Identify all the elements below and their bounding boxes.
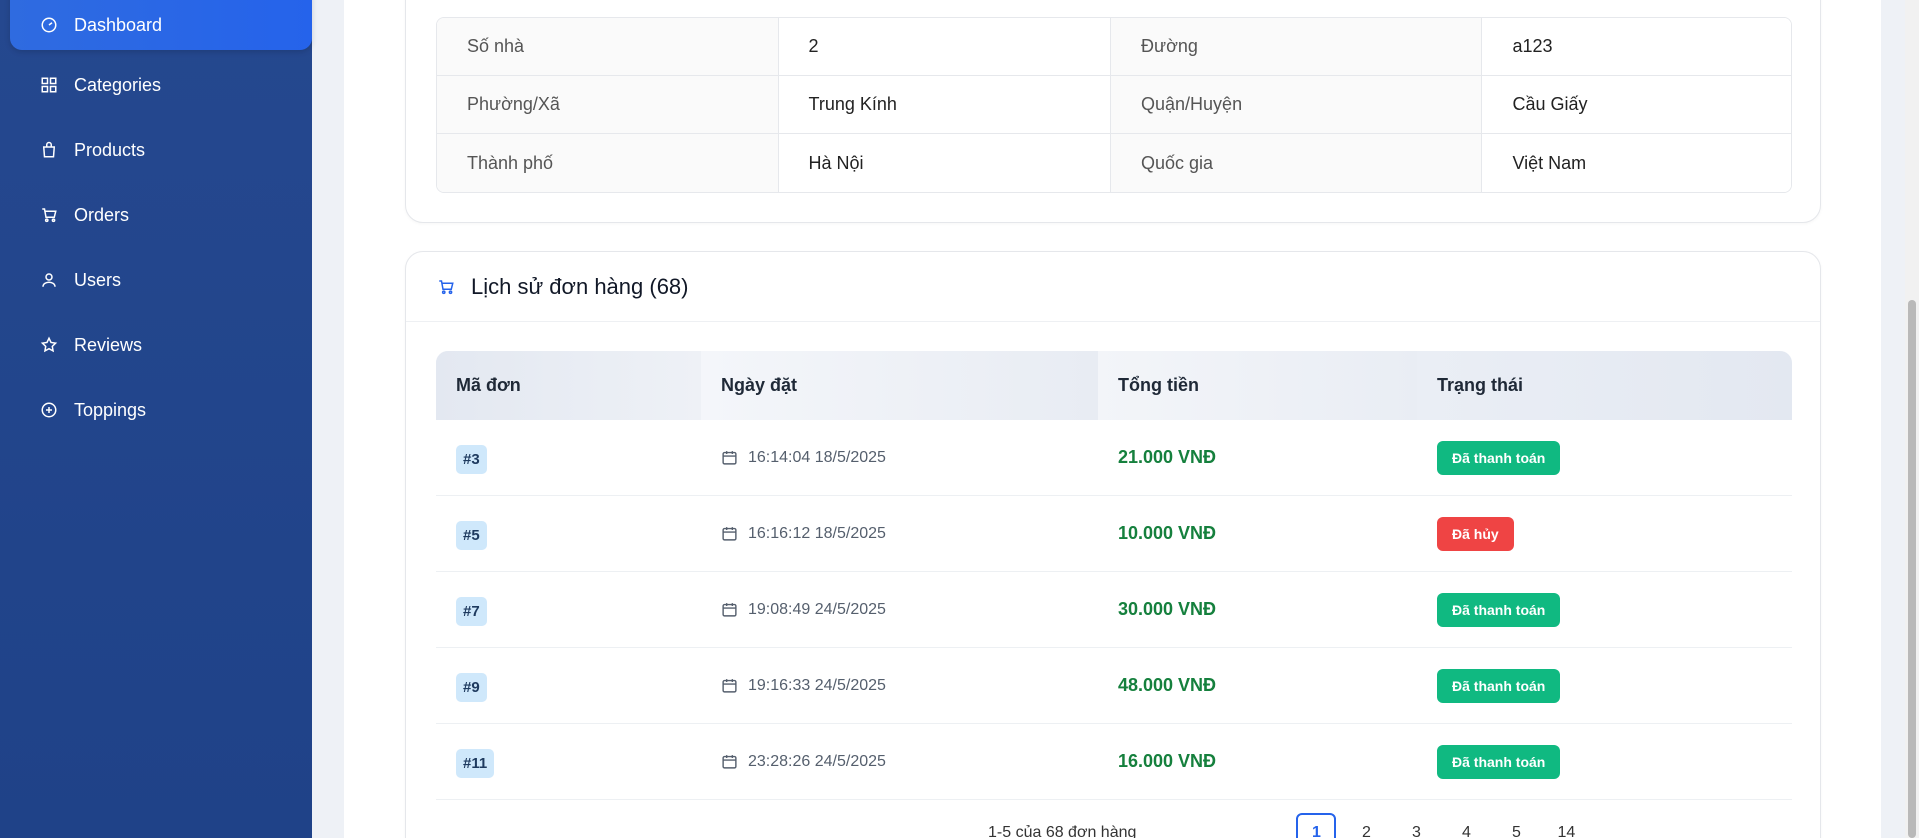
table-row[interactable]: #3 16:14:04 18/5/2025 21.000 VNĐ Đã than… (436, 420, 1792, 496)
order-date: 16:16:12 18/5/2025 (721, 525, 886, 543)
pagination-info: 1-5 của 68 đơn hàng (988, 824, 1137, 838)
sidebar-item-users[interactable]: Users (10, 251, 312, 309)
page-button-14[interactable]: 14 (1546, 813, 1586, 838)
order-id-badge[interactable]: #9 (456, 673, 487, 702)
sidebar-item-orders[interactable]: Orders (10, 186, 312, 244)
address-value: Việt Nam (1482, 134, 1791, 192)
page-button-5[interactable]: 5 (1496, 813, 1536, 838)
sidebar-item-dashboard[interactable]: Dashboard (10, 0, 312, 50)
sidebar-item-label: Users (74, 269, 122, 290)
order-date-text: 19:08:49 24/5/2025 (748, 600, 886, 618)
order-date: 16:14:04 18/5/2025 (721, 449, 886, 467)
gauge-icon (41, 17, 57, 33)
sidebar-item-label: Categories (74, 74, 162, 95)
calendar-icon (722, 679, 737, 693)
order-history-title: Lịch sử đơn hàng (68) (471, 273, 689, 299)
page-button-4[interactable]: 4 (1446, 813, 1486, 838)
grid-icon (41, 77, 57, 93)
column-header-order-id[interactable]: Mã đơn (436, 351, 701, 420)
address-row: Số nhà 2 Đường a123 (437, 18, 1791, 76)
sidebar-item-products[interactable]: Products (10, 121, 312, 179)
order-amount: 48.000 VNĐ (1118, 675, 1217, 695)
orders-table: Mã đơn Ngày đặt Tổng tiền Trạng thái #3 … (436, 351, 1792, 800)
order-id-badge[interactable]: #5 (456, 521, 487, 550)
order-id-badge[interactable]: #7 (456, 597, 487, 626)
card-header: Lịch sử đơn hàng (68) (406, 252, 1820, 322)
address-row: Thành phố Hà Nội Quốc gia Việt Nam (437, 134, 1791, 192)
order-id-badge[interactable]: #3 (456, 445, 487, 474)
status-badge: Đã thanh toán (1437, 668, 1561, 703)
order-date: 19:08:49 24/5/2025 (721, 601, 886, 619)
order-date-text: 23:28:26 24/5/2025 (748, 752, 886, 770)
status-badge: Đã thanh toán (1437, 744, 1561, 779)
order-date-text: 16:16:12 18/5/2025 (748, 524, 886, 542)
address-label: Đường (1111, 18, 1483, 75)
pagination: 1-5 của 68 đơn hàng 1 2 3 4 5 14 (988, 813, 1596, 838)
user-icon (42, 273, 56, 287)
table-row[interactable]: #5 16:16:12 18/5/2025 10.000 VNĐ Đã hủy (436, 496, 1792, 572)
calendar-icon (722, 527, 737, 541)
page-scrollbar[interactable] (1905, 0, 1919, 838)
page-button-3[interactable]: 3 (1396, 813, 1436, 838)
star-icon (40, 336, 58, 353)
sidebar-item-label: Reviews (74, 334, 143, 355)
address-value: 2 (778, 18, 1112, 75)
sidebar: Dashboard Categories Products Orders Use… (0, 0, 312, 838)
sidebar-item-toppings[interactable]: Toppings (10, 381, 312, 439)
calendar-icon (722, 451, 737, 465)
sidebar-item-reviews[interactable]: Reviews (10, 316, 312, 374)
order-id-badge[interactable]: #11 (456, 749, 495, 778)
sidebar-item-categories[interactable]: Categories (10, 56, 312, 114)
status-badge: Đã thanh toán (1437, 440, 1561, 475)
plus-circle-icon (41, 402, 57, 418)
order-amount: 10.000 VNĐ (1118, 523, 1217, 543)
table-header: Mã đơn Ngày đặt Tổng tiền Trạng thái (436, 351, 1792, 420)
order-amount: 16.000 VNĐ (1118, 751, 1217, 771)
address-label: Phường/Xã (437, 76, 779, 133)
column-header-total[interactable]: Tổng tiền (1098, 351, 1417, 420)
address-label: Quốc gia (1111, 134, 1483, 192)
address-label: Quận/Huyện (1111, 76, 1483, 133)
calendar-icon (722, 603, 737, 617)
address-value: Cầu Giấy (1482, 76, 1791, 133)
calendar-icon (722, 755, 737, 769)
order-date-text: 19:16:33 24/5/2025 (748, 676, 886, 694)
order-date: 23:28:26 24/5/2025 (721, 753, 886, 771)
order-history-card: Lịch sử đơn hàng (68) Mã đơn Ngày đặt Tổ… (405, 251, 1821, 838)
table-row[interactable]: #11 23:28:26 24/5/2025 16.000 VNĐ Đã tha… (436, 724, 1792, 800)
scrollbar-thumb[interactable] (1908, 300, 1916, 838)
order-amount: 30.000 VNĐ (1118, 599, 1217, 619)
address-row: Phường/Xã Trung Kính Quận/Huyện Cầu Giấy (437, 76, 1791, 134)
address-table: Số nhà 2 Đường a123 Phường/Xã Trung Kính… (436, 17, 1792, 193)
sidebar-item-label: Orders (74, 204, 130, 225)
table-row[interactable]: #9 19:16:33 24/5/2025 48.000 VNĐ Đã than… (436, 648, 1792, 724)
order-date-text: 16:14:04 18/5/2025 (748, 448, 886, 466)
status-badge: Đã thanh toán (1437, 592, 1561, 627)
address-card: Số nhà 2 Đường a123 Phường/Xã Trung Kính… (405, 0, 1821, 223)
status-badge: Đã hủy (1437, 516, 1514, 551)
cart-icon (42, 208, 57, 223)
address-label: Thành phố (437, 134, 779, 192)
address-value: a123 (1482, 18, 1791, 75)
sidebar-item-label: Toppings (74, 399, 147, 420)
shopping-bag-icon (42, 141, 56, 158)
page-button-2[interactable]: 2 (1346, 813, 1386, 838)
address-value: Hà Nội (778, 134, 1112, 192)
table-row[interactable]: #7 19:08:49 24/5/2025 30.000 VNĐ Đã than… (436, 572, 1792, 648)
column-header-date[interactable]: Ngày đặt (701, 351, 1098, 420)
sidebar-item-label: Dashboard (74, 14, 163, 35)
cart-icon (439, 279, 454, 294)
column-header-status[interactable]: Trạng thái (1417, 351, 1792, 420)
address-label: Số nhà (437, 18, 779, 75)
order-amount: 21.000 VNĐ (1118, 447, 1217, 467)
order-date: 19:16:33 24/5/2025 (721, 677, 886, 695)
sidebar-item-label: Products (74, 139, 146, 160)
address-value: Trung Kính (778, 76, 1112, 133)
page-button-1[interactable]: 1 (1296, 813, 1337, 838)
